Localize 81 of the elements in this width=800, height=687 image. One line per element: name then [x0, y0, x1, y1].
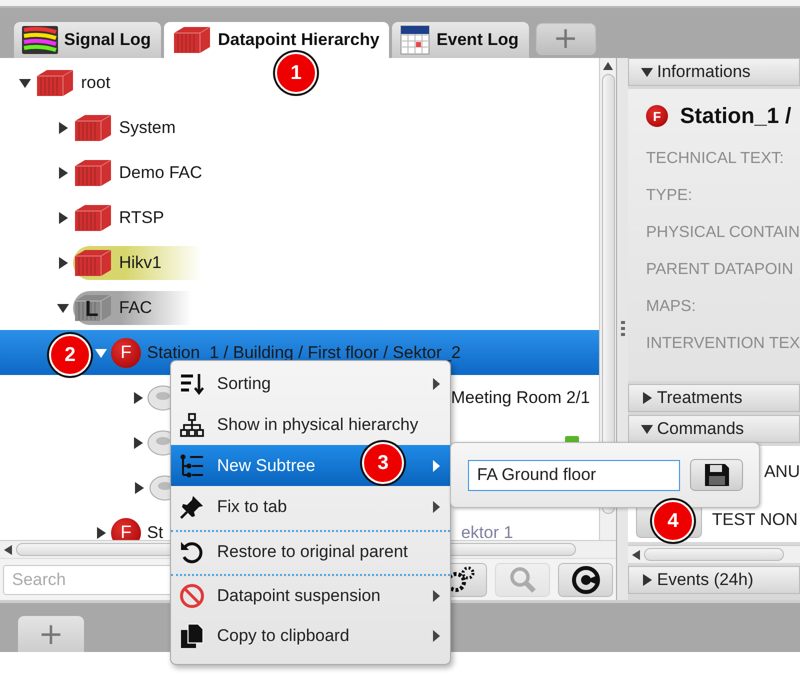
panel-header[interactable]: Treatments: [628, 384, 800, 412]
menu-item[interactable]: Datapoint suspension: [171, 574, 450, 615]
step-number-badge: 4: [652, 500, 694, 542]
horizontal-scrollbar[interactable]: [628, 545, 800, 563]
fire-letter-icon: F: [111, 338, 141, 368]
calendar-icon: [400, 25, 430, 55]
collapse-arrow-icon[interactable]: [641, 66, 653, 78]
tree-node-label[interactable]: root: [81, 72, 110, 92]
subtree-name-input[interactable]: FA Ground floor: [468, 460, 680, 490]
search-icon: [508, 566, 536, 594]
submenu-arrow-icon: [433, 500, 440, 512]
expand-arrow-icon[interactable]: [132, 436, 144, 448]
menu-item[interactable]: Fix to tab: [171, 486, 450, 527]
tree-node-label[interactable]: Meeting Room 2/1: [451, 388, 590, 408]
tree-node-label[interactable]: ektor 1: [461, 522, 514, 540]
menu-item[interactable]: Copy to clipboard: [171, 615, 450, 656]
letter-icon: L: [85, 296, 98, 322]
menu-item[interactable]: Restore to original parent: [171, 530, 450, 571]
field-label: PARENT DATAPOIN: [646, 261, 794, 279]
expand-arrow-icon[interactable]: [132, 392, 144, 404]
container-icon: [35, 68, 75, 98]
field-label: PHYSICAL CONTAIN: [646, 224, 800, 242]
subtree-icon: [179, 452, 205, 478]
expand-arrow-icon[interactable]: [57, 256, 69, 268]
refresh-icon: [570, 564, 600, 594]
menu-item[interactable]: Show in physical hierarchy: [171, 404, 450, 445]
collapse-arrow-icon[interactable]: [641, 423, 653, 435]
tab[interactable]: Signal Log: [14, 22, 161, 58]
command-label: ANU: [764, 462, 800, 482]
scroll-up-arrow-icon[interactable]: [603, 62, 613, 70]
forbidden-icon: [179, 582, 205, 608]
submenu-arrow-icon: [433, 460, 440, 472]
submenu-arrow-icon: [433, 590, 440, 602]
field-label: TYPE:: [646, 187, 694, 205]
scroll-left-arrow-icon[interactable]: [4, 544, 12, 554]
save-button[interactable]: [690, 459, 743, 491]
tree-node-label[interactable]: Hikv1: [119, 252, 162, 272]
expand-arrow-icon[interactable]: [95, 526, 107, 538]
container-icon: [73, 202, 113, 232]
expand-arrow-icon[interactable]: [133, 482, 145, 494]
panel-header[interactable]: Commands: [628, 415, 800, 443]
field-label: INTERVENTION TEX: [646, 335, 800, 353]
step-number-badge: 3: [362, 442, 404, 484]
expand-arrow-icon[interactable]: [57, 166, 69, 178]
collapse-arrow-icon[interactable]: [57, 302, 69, 314]
panel-header[interactable]: Informations: [628, 58, 800, 86]
hierarchy-icon: [179, 412, 205, 438]
expand-arrow-icon[interactable]: [641, 392, 653, 404]
fire-letter-icon: F: [111, 518, 141, 540]
copy-icon: [179, 622, 205, 648]
tab[interactable]: Event Log: [392, 22, 529, 58]
scroll-left-arrow-icon[interactable]: [632, 550, 640, 560]
expand-arrow-icon[interactable]: [641, 574, 653, 586]
step-number-badge: 2: [49, 334, 91, 376]
toolbar-button[interactable]: [558, 562, 613, 596]
tree-node-label[interactable]: FAC: [119, 298, 152, 318]
step-number-badge: 1: [275, 52, 317, 94]
field-label: TECHNICAL TEXT:: [646, 150, 785, 168]
fire-letter-icon: F: [646, 105, 668, 127]
tree-node-label[interactable]: Station_1 / Building / First floor / Sektor_2: [147, 342, 461, 362]
submenu-arrow-icon: [433, 378, 440, 390]
panel-header[interactable]: Events (24h): [628, 566, 800, 594]
container-icon: [73, 158, 113, 188]
tab[interactable]: Datapoint Hierarchy: [164, 22, 390, 58]
expand-arrow-icon[interactable]: [57, 212, 69, 224]
tree-node-label[interactable]: St: [147, 522, 164, 540]
container-icon: [172, 25, 212, 55]
container-icon: [73, 112, 113, 142]
colored-stripes-icon: [22, 26, 58, 54]
field-label: MAPS:: [646, 298, 697, 316]
container-icon: [73, 292, 113, 322]
expand-arrow-icon[interactable]: [57, 122, 69, 134]
tree-node-label[interactable]: System: [119, 118, 176, 138]
container-icon: [73, 248, 113, 278]
collapse-arrow-icon[interactable]: [19, 76, 31, 88]
submenu-arrow-icon: [433, 630, 440, 642]
command-label: TEST NON: [712, 510, 798, 530]
tree-node-label[interactable]: Demo FAC: [119, 162, 202, 182]
tree-node-label[interactable]: RTSP: [119, 208, 164, 228]
datapoint-title: Station_1 /: [680, 103, 792, 129]
pin-icon: [179, 494, 205, 520]
